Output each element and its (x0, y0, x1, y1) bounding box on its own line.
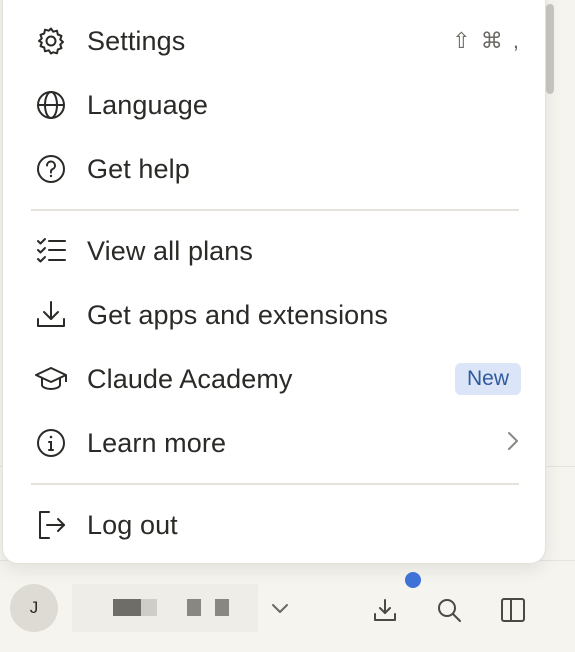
globe-icon (33, 87, 69, 123)
info-circle-icon (33, 425, 69, 461)
menu-item-label: Language (87, 89, 208, 120)
menu-item-log-out[interactable]: Log out (21, 496, 531, 554)
redacted-text (187, 599, 201, 616)
new-badge: New (454, 363, 521, 395)
redacted-text (141, 599, 157, 616)
redacted-text (113, 599, 141, 616)
menu-divider (31, 209, 519, 211)
gear-icon (33, 23, 69, 59)
menu-item-label: Learn more (87, 427, 227, 458)
menu-item-label: Get apps and extensions (87, 299, 389, 330)
checklist-icon (33, 233, 69, 269)
menu-item-language[interactable]: Language (21, 76, 531, 134)
keyboard-shortcut: ⇧ ⌘ , (452, 28, 521, 53)
chevron-right-icon (505, 429, 521, 458)
menu-item-label: View all plans (87, 235, 253, 266)
sidebar-toggle-button[interactable] (495, 592, 531, 628)
help-circle-icon (33, 151, 69, 187)
download-icon (33, 297, 69, 333)
menu-item-label: Claude Academy (87, 363, 293, 394)
menu-item-get-apps[interactable]: Get apps and extensions (21, 286, 531, 344)
menu-item-label: Log out (87, 509, 178, 540)
bottom-bar: J (0, 570, 575, 652)
menu-item-label: Get help (87, 153, 190, 184)
menu-item-label: Settings (87, 25, 186, 56)
scrollbar-thumb[interactable] (546, 4, 554, 94)
menu-item-learn-more[interactable]: Learn more (21, 414, 531, 472)
menu-item-settings[interactable]: Settings ⇧ ⌘ , (21, 12, 531, 70)
redacted-name (72, 584, 258, 632)
chevron-down-icon[interactable] (268, 598, 292, 620)
menu-item-get-help[interactable]: Get help (21, 140, 531, 198)
avatar[interactable]: J (10, 584, 58, 632)
scrollbar[interactable] (546, 0, 558, 100)
redacted-text (215, 599, 229, 616)
logout-icon (33, 507, 69, 543)
menu-item-claude-academy[interactable]: Claude Academy New (21, 350, 531, 408)
graduation-cap-icon (33, 361, 69, 397)
menu-item-view-all-plans[interactable]: View all plans (21, 222, 531, 280)
account-menu: Settings ⇧ ⌘ , Language Get help View al… (2, 0, 546, 564)
menu-divider (31, 483, 519, 485)
download-button[interactable] (367, 592, 403, 628)
search-button[interactable] (431, 592, 467, 628)
